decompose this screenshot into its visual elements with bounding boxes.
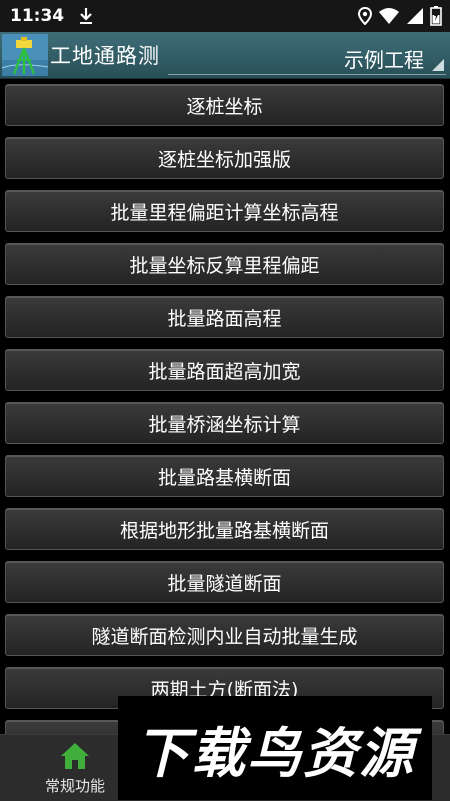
menu-item-batch-bridge-culvert[interactable]: 批量桥涵坐标计算	[5, 402, 444, 444]
app-title: 工地通路测	[50, 44, 160, 68]
menu-item-label: 逐桩坐标	[186, 95, 263, 118]
wifi-icon	[379, 8, 399, 24]
menu-item-label: 批量里程偏距计算坐标高程	[110, 201, 339, 224]
surveying-tripod-icon	[2, 34, 48, 76]
menu-item-label: 批量桥涵坐标计算	[148, 413, 301, 436]
menu-item-terrain-cross-section[interactable]: 根据地形批量路基横断面	[5, 508, 444, 550]
menu-item-label: 批量路基横断面	[157, 466, 291, 489]
signal-icon	[407, 8, 423, 24]
status-icons	[358, 0, 442, 32]
menu-item-label: 批量坐标反算里程偏距	[129, 254, 320, 277]
download-icon	[80, 8, 93, 24]
dropdown-triangle-icon	[432, 59, 444, 71]
home-icon	[61, 743, 89, 769]
watermark-text: 下载鸟资源	[135, 721, 415, 785]
menu-item-label: 批量隧道断面	[167, 572, 282, 595]
menu-item-batch-superelevation-widening[interactable]: 批量路面超高加宽	[5, 349, 444, 391]
menu-item-pile-coordinates[interactable]: 逐桩坐标	[5, 84, 444, 126]
menu-item-label: 逐桩坐标加强版	[157, 148, 291, 171]
menu-item-label: 隧道断面检测内业自动批量生成	[91, 625, 358, 648]
project-selector[interactable]: 示例工程	[168, 40, 446, 75]
location-icon	[358, 7, 372, 25]
watermark-banner: 下载鸟资源	[118, 696, 432, 800]
status-bar: 11:34	[0, 0, 450, 32]
menu-item-batch-tunnel-section[interactable]: 批量隧道断面	[5, 561, 444, 603]
app-bar: 工地通路测 示例工程	[0, 32, 450, 79]
menu-item-label: 批量路面高程	[167, 307, 282, 330]
menu-item-tunnel-inspection-batch[interactable]: 隧道断面检测内业自动批量生成	[5, 614, 444, 656]
menu-item-label: 批量路面超高加宽	[148, 360, 301, 383]
project-name: 示例工程	[344, 48, 424, 72]
menu-item-batch-offset-coordinates[interactable]: 批量里程偏距计算坐标高程	[5, 190, 444, 232]
menu-item-batch-cross-section[interactable]: 批量路基横断面	[5, 455, 444, 497]
menu-item-pile-coordinates-enhanced[interactable]: 逐桩坐标加强版	[5, 137, 444, 179]
status-time: 11:34	[10, 6, 65, 26]
menu-item-batch-road-elevation[interactable]: 批量路面高程	[5, 296, 444, 338]
battery-icon	[430, 6, 442, 26]
menu-item-batch-inverse-calculation[interactable]: 批量坐标反算里程偏距	[5, 243, 444, 285]
menu-item-label: 根据地形批量路基横断面	[119, 519, 329, 542]
